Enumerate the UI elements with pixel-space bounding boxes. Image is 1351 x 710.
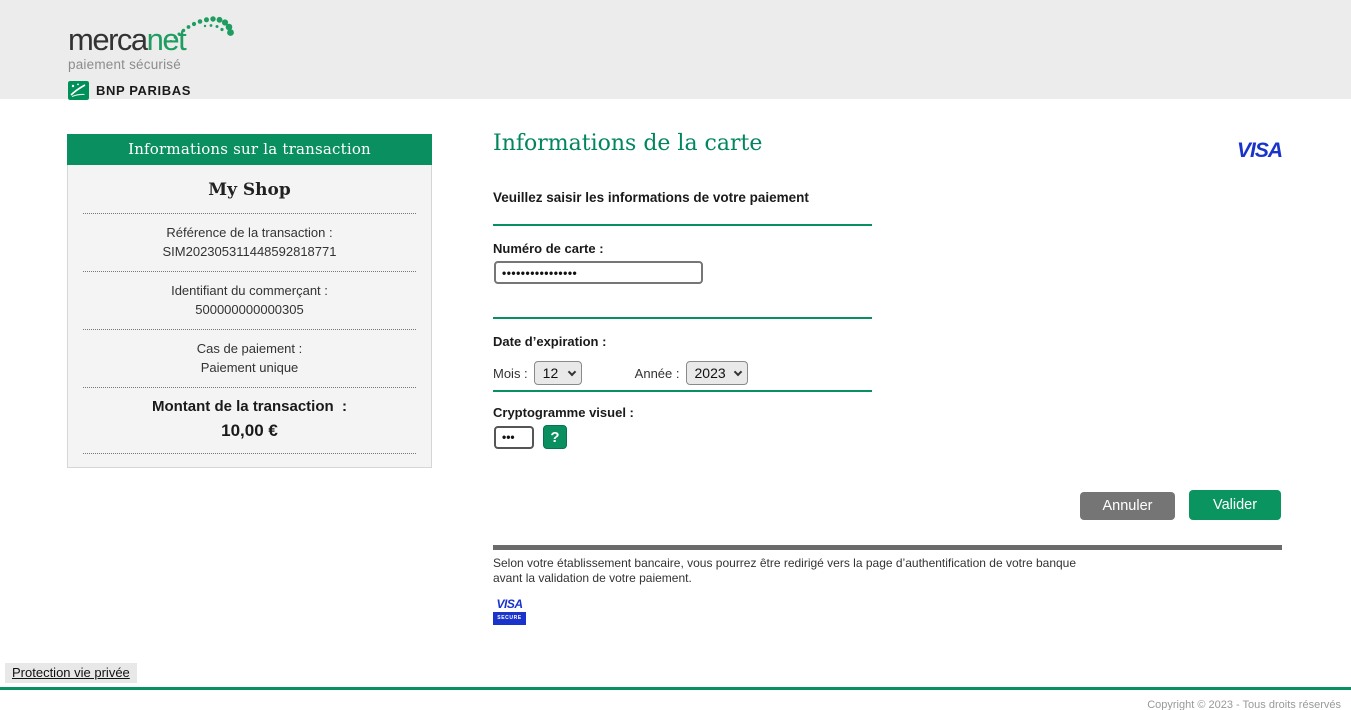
transaction-panel-body: My Shop Référence de la transaction : SI… xyxy=(67,165,432,468)
cvv-row: ? xyxy=(494,425,567,449)
amount-value: 10,00 € xyxy=(68,421,431,441)
expiry-date-label: Date d’expiration : xyxy=(493,334,606,349)
amount-row: Montant de la transaction : 10,00 € xyxy=(68,388,431,453)
divider xyxy=(493,317,872,319)
year-label: Année : xyxy=(635,366,680,381)
mercanet-wordmark: mercanet xyxy=(68,24,238,56)
footer-divider xyxy=(0,687,1351,690)
month-select[interactable]: 12 xyxy=(534,361,582,385)
payment-case-value: Paiement unique xyxy=(68,358,431,377)
year-select-wrap: 2023 xyxy=(686,361,748,385)
transaction-reference-label: Référence de la transaction : xyxy=(68,223,431,242)
mercanet-dots-icon xyxy=(168,12,234,46)
expiry-date-row: Mois : 12 Année : 2023 xyxy=(493,361,748,385)
privacy-policy-link[interactable]: Protection vie privée xyxy=(5,663,137,683)
merchant-id-row: Identifiant du commerçant : 500000000000… xyxy=(68,272,431,329)
notice-line-1: Selon votre établissement bancaire, vous… xyxy=(493,556,1076,571)
visa-logo: VISA xyxy=(1237,139,1282,163)
action-buttons: Annuler Valider xyxy=(493,490,1281,520)
bnp-bank-name: BNP PARIBAS xyxy=(96,83,191,98)
divider xyxy=(493,390,872,392)
divider xyxy=(83,453,416,454)
payment-case-label: Cas de paiement : xyxy=(68,339,431,358)
transaction-reference-row: Référence de la transaction : SIM2023053… xyxy=(68,214,431,271)
merchant-id-value: 500000000000305 xyxy=(68,300,431,319)
divider xyxy=(493,224,872,226)
page-title: Informations de la carte xyxy=(493,131,762,156)
amount-label: Montant de la transaction : xyxy=(68,398,431,415)
year-select[interactable]: 2023 xyxy=(686,361,748,385)
bank-redirect-notice: Selon votre établissement bancaire, vous… xyxy=(493,556,1076,586)
card-number-label: Numéro de carte : xyxy=(493,241,604,256)
submit-button[interactable]: Valider xyxy=(1189,490,1281,520)
month-label: Mois : xyxy=(493,366,528,381)
visa-secure-label: SECURE xyxy=(493,612,526,625)
copyright-text: Copyright © 2023 - Tous droits réservés xyxy=(1147,699,1341,710)
form-instruction: Veuillez saisir les informations de votr… xyxy=(493,190,809,205)
cvv-label: Cryptogramme visuel : xyxy=(493,405,634,420)
brand-tagline: paiement sécurisé xyxy=(68,57,238,72)
transaction-panel-title: Informations sur la transaction xyxy=(67,134,432,165)
transaction-reference-value: SIM202305311448592818771 xyxy=(68,242,431,261)
divider xyxy=(493,545,1282,550)
cvv-input[interactable] xyxy=(494,426,534,449)
top-banner: mercanet paiement sécurisé BNP PARIBAS xyxy=(0,0,1351,99)
shop-name: My Shop xyxy=(68,165,431,213)
cvv-help-button[interactable]: ? xyxy=(543,425,567,449)
visa-secure-badge: VISA SECURE xyxy=(493,597,526,625)
transaction-panel: Informations sur la transaction My Shop … xyxy=(67,134,432,468)
payment-case-row: Cas de paiement : Paiement unique xyxy=(68,330,431,387)
card-number-input[interactable] xyxy=(494,261,703,284)
brand-name-gray: merca xyxy=(68,22,147,57)
merchant-id-label: Identifiant du commerçant : xyxy=(68,281,431,300)
bnp-emblem-icon xyxy=(68,81,89,100)
notice-line-2: avant la validation de votre paiement. xyxy=(493,571,1076,586)
month-select-wrap: 12 xyxy=(534,361,582,385)
visa-secure-wordmark: VISA xyxy=(493,597,526,611)
mercanet-logo: mercanet paiement sécurisé BNP PARIBAS xyxy=(68,10,238,100)
payment-page: mercanet paiement sécurisé BNP PARIBAS I… xyxy=(0,0,1351,710)
cancel-button[interactable]: Annuler xyxy=(1080,492,1175,520)
bnp-paribas-logo: BNP PARIBAS xyxy=(68,81,238,100)
